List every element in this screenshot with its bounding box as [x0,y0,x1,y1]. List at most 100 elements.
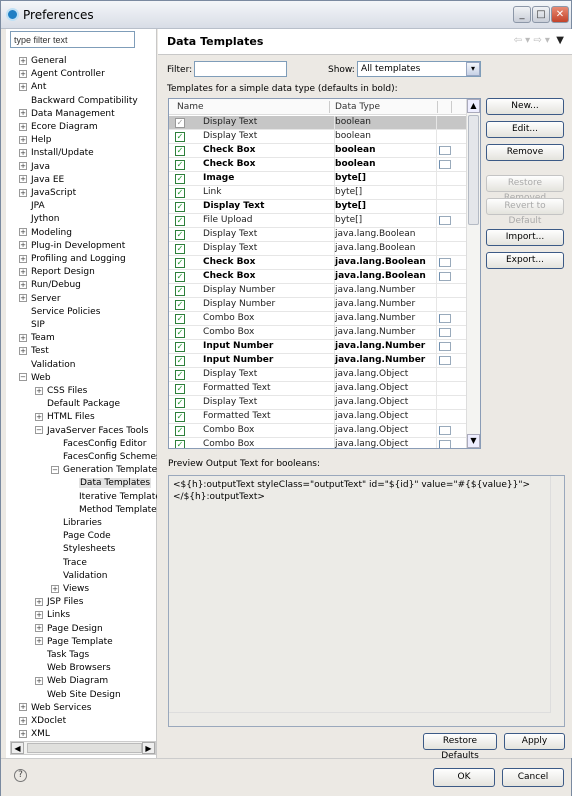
tree-item[interactable]: + Modeling [19,227,72,240]
checkbox[interactable]: ✓ [175,300,185,310]
checkbox[interactable]: ✓ [175,146,185,156]
filter-input[interactable] [10,31,135,48]
expand-icon[interactable]: + [19,175,27,184]
table-row[interactable]: ✓ Combo Box java.lang.Object [169,424,467,438]
table-row[interactable]: ✓ Formatted Text java.lang.Object [169,410,467,424]
tree-item[interactable]: + Run/Debug [19,279,81,292]
tree-item[interactable]: + Page Template [35,636,113,649]
import-button[interactable]: Import... [486,229,564,246]
expand-icon[interactable]: + [35,676,43,685]
table-row[interactable]: ✓ Combo Box java.lang.Number [169,312,467,326]
tree-item[interactable]: − Web [19,372,51,385]
checkbox[interactable]: ✓ [175,412,185,422]
collapse-icon[interactable]: − [19,373,27,382]
minimize-button[interactable]: _ [513,6,531,23]
expand-icon[interactable]: + [19,333,27,342]
expand-icon[interactable]: + [19,267,27,276]
tree-item[interactable]: + Links [35,609,70,622]
template-filter-input[interactable] [194,61,287,77]
table-row[interactable]: ✓ Display Number java.lang.Number [169,284,467,298]
new-button[interactable]: New... [486,98,564,115]
apply-button[interactable]: Apply [504,733,565,750]
scroll-right-icon[interactable]: ▶ [142,742,155,754]
tree-item[interactable]: + Profiling and Logging [19,253,126,266]
column-name[interactable]: Name [177,102,204,112]
checkbox[interactable]: ✓ [175,188,185,198]
expand-icon[interactable]: + [19,241,27,250]
expand-icon[interactable]: + [19,148,27,157]
expand-icon[interactable]: + [35,637,43,646]
checkbox[interactable]: ✓ [175,286,185,296]
table-row[interactable]: ✓ Input Number java.lang.Number [169,354,467,368]
tree-item[interactable]: Libraries [51,517,102,530]
tree-item[interactable]: + Install/Update [19,147,94,160]
edit-button[interactable]: Edit... [486,121,564,138]
table-row[interactable]: ✓ Combo Box java.lang.Object [169,438,467,448]
expand-icon[interactable]: + [19,703,27,712]
tree-item[interactable]: Validation [51,570,107,583]
table-row[interactable]: ✓ Display Text java.lang.Boolean [169,242,467,256]
tree-item[interactable]: + Server [19,293,61,306]
tree-item[interactable]: + Java EE [19,174,64,187]
checkbox[interactable]: ✓ [175,132,185,142]
tree-item[interactable]: + Views [51,583,89,596]
expand-icon[interactable]: + [19,729,27,738]
tree-item[interactable]: + Web Diagram [35,675,108,688]
expand-icon[interactable]: + [19,188,27,197]
table-vertical-scrollbar[interactable]: ▲ ▼ [466,99,480,448]
table-row[interactable]: ✓ Link byte[] [169,186,467,200]
expand-icon[interactable]: + [19,346,27,355]
table-row[interactable]: ✓ Display Text java.lang.Boolean [169,228,467,242]
checkbox[interactable]: ✓ [175,230,185,240]
checkbox[interactable]: ✓ [175,314,185,324]
checkbox[interactable]: ✓ [175,440,185,448]
expand-icon[interactable]: + [35,412,43,421]
table-row[interactable]: ✓ Check Box boolean [169,144,467,158]
table-row[interactable]: ✓ Display Text byte[] [169,200,467,214]
tree-item[interactable]: Service Policies [19,306,100,319]
tree-item[interactable]: Task Tags [35,649,89,662]
tree-item[interactable]: + Java [19,161,50,174]
collapse-icon[interactable]: − [35,426,43,435]
checkbox[interactable]: ✓ [175,328,185,338]
column-data-type[interactable]: Data Type [335,102,380,112]
expand-icon[interactable]: + [19,69,27,78]
collapse-icon[interactable]: − [51,465,59,474]
checkbox[interactable]: ✓ [175,258,185,268]
tree-item[interactable]: Page Code [51,530,111,543]
expand-icon[interactable]: + [19,82,27,91]
checkbox[interactable]: ✓ [175,272,185,282]
tree-item[interactable]: Data Templates [67,477,152,490]
tree-item[interactable]: − JavaServer Faces Tools [35,425,148,438]
checkbox[interactable]: ✓ [175,384,185,394]
expand-icon[interactable]: + [35,624,43,633]
expand-icon[interactable]: + [35,597,43,606]
checkbox[interactable]: ✓ [175,342,185,352]
tree-item[interactable]: + Plug-in Development [19,240,125,253]
tree-item[interactable]: Backward Compatibility [19,95,138,108]
tree-item[interactable]: Web Site Design [35,689,121,702]
close-button[interactable]: ✕ [551,6,569,23]
chevron-down-icon[interactable]: ▾ [466,62,480,76]
table-row[interactable]: ✓ Formatted Text java.lang.Object [169,382,467,396]
scroll-up-icon[interactable]: ▲ [467,99,480,113]
table-row[interactable]: ✓ Combo Box java.lang.Number [169,326,467,340]
tree-item[interactable]: + XDoclet [19,715,66,728]
expand-icon[interactable]: + [19,162,27,171]
restore-defaults-button[interactable]: Restore Defaults [423,733,497,761]
tree-item[interactable]: Iterative Templates [67,491,157,504]
checkbox[interactable]: ✓ [175,160,185,170]
view-menu-icon[interactable]: ▼ [556,35,564,46]
table-row[interactable]: ✓ Display Number java.lang.Number [169,298,467,312]
tree-item[interactable]: − Generation Templates [51,464,157,477]
tree-item[interactable]: + Data Management [19,108,115,121]
checkbox[interactable]: ✓ [175,370,185,380]
tree-item[interactable]: Stylesheets [51,543,115,556]
maximize-button[interactable]: □ [532,6,550,23]
table-row[interactable]: ✓ Check Box boolean [169,158,467,172]
table-row[interactable]: ✓ Display Text boolean [169,116,467,130]
preview-vertical-scrollbar[interactable] [550,476,564,712]
scroll-left-icon[interactable]: ◀ [11,742,24,754]
expand-icon[interactable]: + [19,280,27,289]
preview-textarea[interactable]: <${h}:outputText styleClass="outputText"… [168,475,565,727]
